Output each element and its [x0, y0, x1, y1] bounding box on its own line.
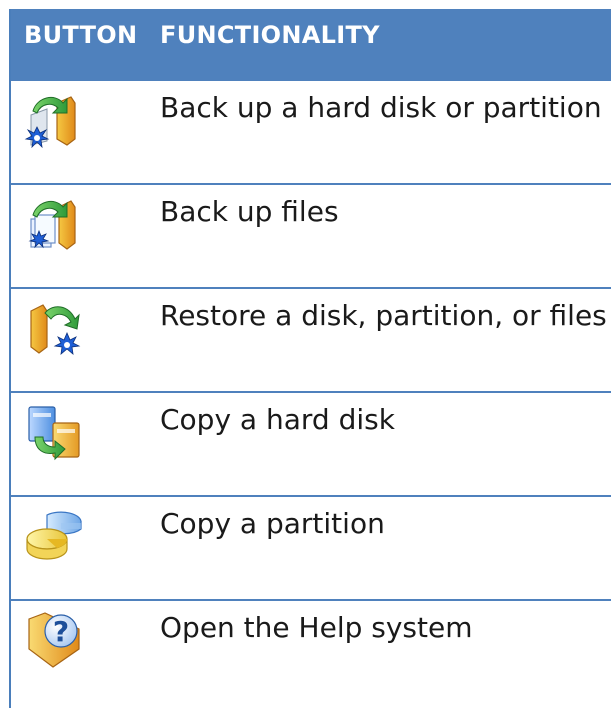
table-row: Copy a hard disk	[11, 393, 611, 497]
header-functionality: FUNCTIONALITY	[160, 21, 380, 49]
row-label: Restore a disk, partition, or files	[160, 299, 607, 332]
row-label: Back up files	[160, 195, 339, 228]
row-label: Copy a partition	[160, 507, 385, 540]
svg-text:?: ?	[53, 615, 69, 648]
help-icon: ?	[28, 612, 80, 668]
copy-partition-icon	[26, 511, 82, 560]
backup-files-icon	[28, 200, 76, 250]
table-header: BUTTON FUNCTIONALITY	[11, 9, 611, 81]
backup-disk-icon	[24, 96, 76, 149]
table-row: Copy a partition	[11, 497, 611, 601]
row-label: Copy a hard disk	[160, 403, 395, 436]
table-row: Restore a disk, partition, or files	[11, 289, 611, 393]
header-button: BUTTON	[24, 21, 138, 49]
table-row: ? Open the Help system	[11, 601, 611, 705]
copy-disk-icon	[28, 406, 80, 461]
row-label: Open the Help system	[160, 611, 473, 644]
row-label: Back up a hard disk or partition	[160, 91, 602, 124]
restore-icon	[30, 304, 81, 355]
button-functionality-table: BUTTON FUNCTIONALITY Back up a hard disk…	[9, 9, 611, 708]
table-row: Back up files	[11, 185, 611, 289]
table-row: Back up a hard disk or partition	[11, 81, 611, 185]
